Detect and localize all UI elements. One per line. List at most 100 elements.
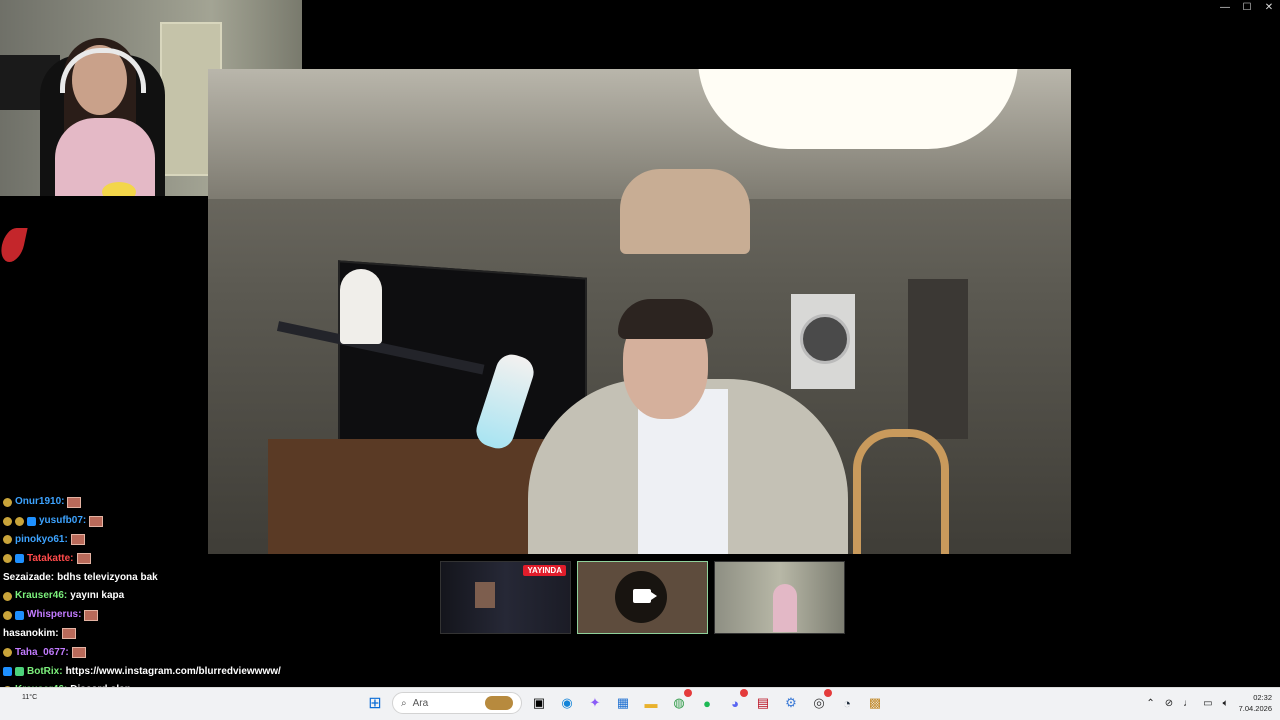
main-video-feed xyxy=(208,69,1071,554)
edge-icon[interactable]: ◉ xyxy=(556,692,578,714)
file-explorer-icon[interactable]: ▬ xyxy=(640,692,662,714)
live-badge: YAYINDA xyxy=(523,565,566,576)
chrome-icon[interactable]: ◍ xyxy=(668,689,692,714)
search-box[interactable]: ⌕ Ara xyxy=(392,692,522,714)
chat-message: pinokyo61: xyxy=(3,531,423,550)
chat-username[interactable]: Sezaizade: xyxy=(3,569,54,587)
chat-overlay: Onur1910: yusufb07: pinokyo61: Tatakatte: Se… xyxy=(3,493,423,719)
search-placeholder: Ara xyxy=(412,697,429,709)
chat-text: bdhs televizyona bak xyxy=(57,571,158,583)
spotify-icon[interactable]: ● xyxy=(696,692,718,714)
chat-badge-icon xyxy=(3,554,12,564)
taskbar-apps: ⊞ ⌕ Ara ▣ ◉ ✦ ▦ ▬ ◍ ● ◕ ▤ ⚙ ◎ ◔ ▩ xyxy=(364,689,886,714)
chat-badge-icon xyxy=(3,516,12,526)
torso xyxy=(55,118,155,196)
close-button[interactable]: ✕ xyxy=(1258,0,1280,16)
chat-message: Tatakatte: xyxy=(3,549,423,568)
chat-message: Whisperus: xyxy=(3,606,423,625)
microphone-icon[interactable]: ♩ xyxy=(1183,698,1193,709)
chat-text: yayını kapa xyxy=(70,590,125,602)
chat-text: https://www.instagram.com/blurredviewwww… xyxy=(65,665,281,677)
chat-badge-icon xyxy=(27,516,36,526)
discord-icon[interactable]: ◕ xyxy=(724,689,748,714)
chat-badge-icon xyxy=(3,497,12,507)
person-hair xyxy=(618,299,713,339)
webcam-thumbnail[interactable] xyxy=(714,561,845,634)
chat-username[interactable]: Whisperus: xyxy=(27,606,81,624)
display-icon[interactable]: ▭ xyxy=(1203,698,1212,709)
chat-message: Taha_0677: xyxy=(3,643,423,662)
camera-off-thumbnail[interactable] xyxy=(577,561,708,634)
game-icon[interactable]: ▩ xyxy=(864,692,886,714)
ceiling-light xyxy=(698,69,1018,149)
search-highlight-icon xyxy=(485,696,513,710)
doorway xyxy=(908,279,968,439)
start-icon[interactable]: ⊞ xyxy=(364,692,386,714)
chat-username[interactable]: hasanokim: xyxy=(3,625,59,643)
chat-message: Krauser46: yayını kapa xyxy=(3,587,423,606)
chat-emote-icon xyxy=(70,534,85,546)
notification-dot xyxy=(740,689,748,697)
chat-username[interactable]: Tatakatte: xyxy=(27,550,74,568)
volume-icon[interactable]: 🔈︎ xyxy=(1223,698,1229,709)
chat-message: hasanokim: xyxy=(3,625,423,644)
chat-emote-icon xyxy=(89,515,104,527)
chat-emote-icon xyxy=(67,496,82,508)
screen-share-thumbnail[interactable]: YAYINDA xyxy=(440,561,571,634)
clock[interactable]: 02:32 7.04.2026 xyxy=(1239,692,1272,714)
washer-door xyxy=(800,314,850,364)
chat-message: BotRix: https://www.instagram.com/blurred… xyxy=(3,662,423,681)
chat-message: yusufb07: xyxy=(3,512,423,531)
chat-badge-icon xyxy=(3,535,12,545)
chat-message: Sezaizade: bdhs televizyona bak xyxy=(3,568,423,587)
chat-username[interactable]: Onur1910: xyxy=(15,493,64,511)
system-tray: ⌃ ⊘ ♩ ▭ 🔈︎ 02:32 7.04.2026 xyxy=(1146,692,1272,714)
plush-toy xyxy=(102,182,136,196)
chat-emote-icon xyxy=(84,609,99,621)
search-icon: ⌕ xyxy=(401,697,407,709)
chat-badge-icon xyxy=(3,591,12,601)
network-off-icon[interactable]: ⊘ xyxy=(1165,698,1173,709)
chat-badge-icon xyxy=(15,667,24,677)
chat-emote-icon xyxy=(76,553,91,565)
streaming-app-icon[interactable]: ▤ xyxy=(752,692,774,714)
desk-lamp xyxy=(340,269,382,344)
screen-preview xyxy=(475,582,495,608)
chat-badge-icon xyxy=(15,554,24,564)
settings-icon[interactable]: ⚙ xyxy=(780,692,802,714)
maximize-button[interactable]: ☐ xyxy=(1236,0,1258,16)
chat-username[interactable]: BotRix: xyxy=(27,663,63,681)
participant-thumbnails: YAYINDA xyxy=(440,561,845,634)
wooden-chair xyxy=(853,429,949,554)
chat-emote-icon xyxy=(61,628,76,640)
store-icon[interactable]: ▦ xyxy=(612,692,634,714)
pendant-lamp xyxy=(620,169,750,254)
camera-off-icon xyxy=(633,589,657,603)
chat-username[interactable]: Taha_0677: xyxy=(15,644,69,662)
clock-time: 02:32 xyxy=(1253,693,1272,702)
task-view-icon[interactable]: ▣ xyxy=(528,692,550,714)
chat-badge-icon xyxy=(15,610,24,620)
minimize-button[interactable]: — xyxy=(1214,0,1236,16)
obs-icon[interactable]: ◎ xyxy=(808,689,832,714)
weather-widget[interactable]: 11°C xyxy=(22,694,37,701)
chat-username[interactable]: pinokyo61: xyxy=(15,531,68,549)
chat-badge-icon xyxy=(3,667,12,677)
chat-emote-icon xyxy=(71,647,86,659)
chat-username[interactable]: Krauser46: xyxy=(15,587,67,605)
webcam-preview xyxy=(773,584,797,632)
copilot-icon[interactable]: ✦ xyxy=(584,692,606,714)
chat-username[interactable]: yusufb07: xyxy=(39,512,86,530)
chat-badge-icon xyxy=(15,516,24,526)
notification-dot xyxy=(824,689,832,697)
chat-badge-icon xyxy=(3,648,12,658)
notification-dot xyxy=(684,689,692,697)
chat-badge-icon xyxy=(3,610,12,620)
chevron-up-icon[interactable]: ⌃ xyxy=(1146,698,1154,709)
sponsor-logo xyxy=(0,228,28,262)
taskbar: 11°C ⊞ ⌕ Ara ▣ ◉ ✦ ▦ ▬ ◍ ● ◕ ▤ ⚙ ◎ ◔ ▩ ⌃… xyxy=(0,687,1280,720)
window-controls: — ☐ ✕ xyxy=(1214,0,1280,16)
chat-message: Onur1910: xyxy=(3,493,423,512)
steam-icon[interactable]: ◔ xyxy=(836,692,858,714)
clock-date: 7.04.2026 xyxy=(1238,704,1272,713)
